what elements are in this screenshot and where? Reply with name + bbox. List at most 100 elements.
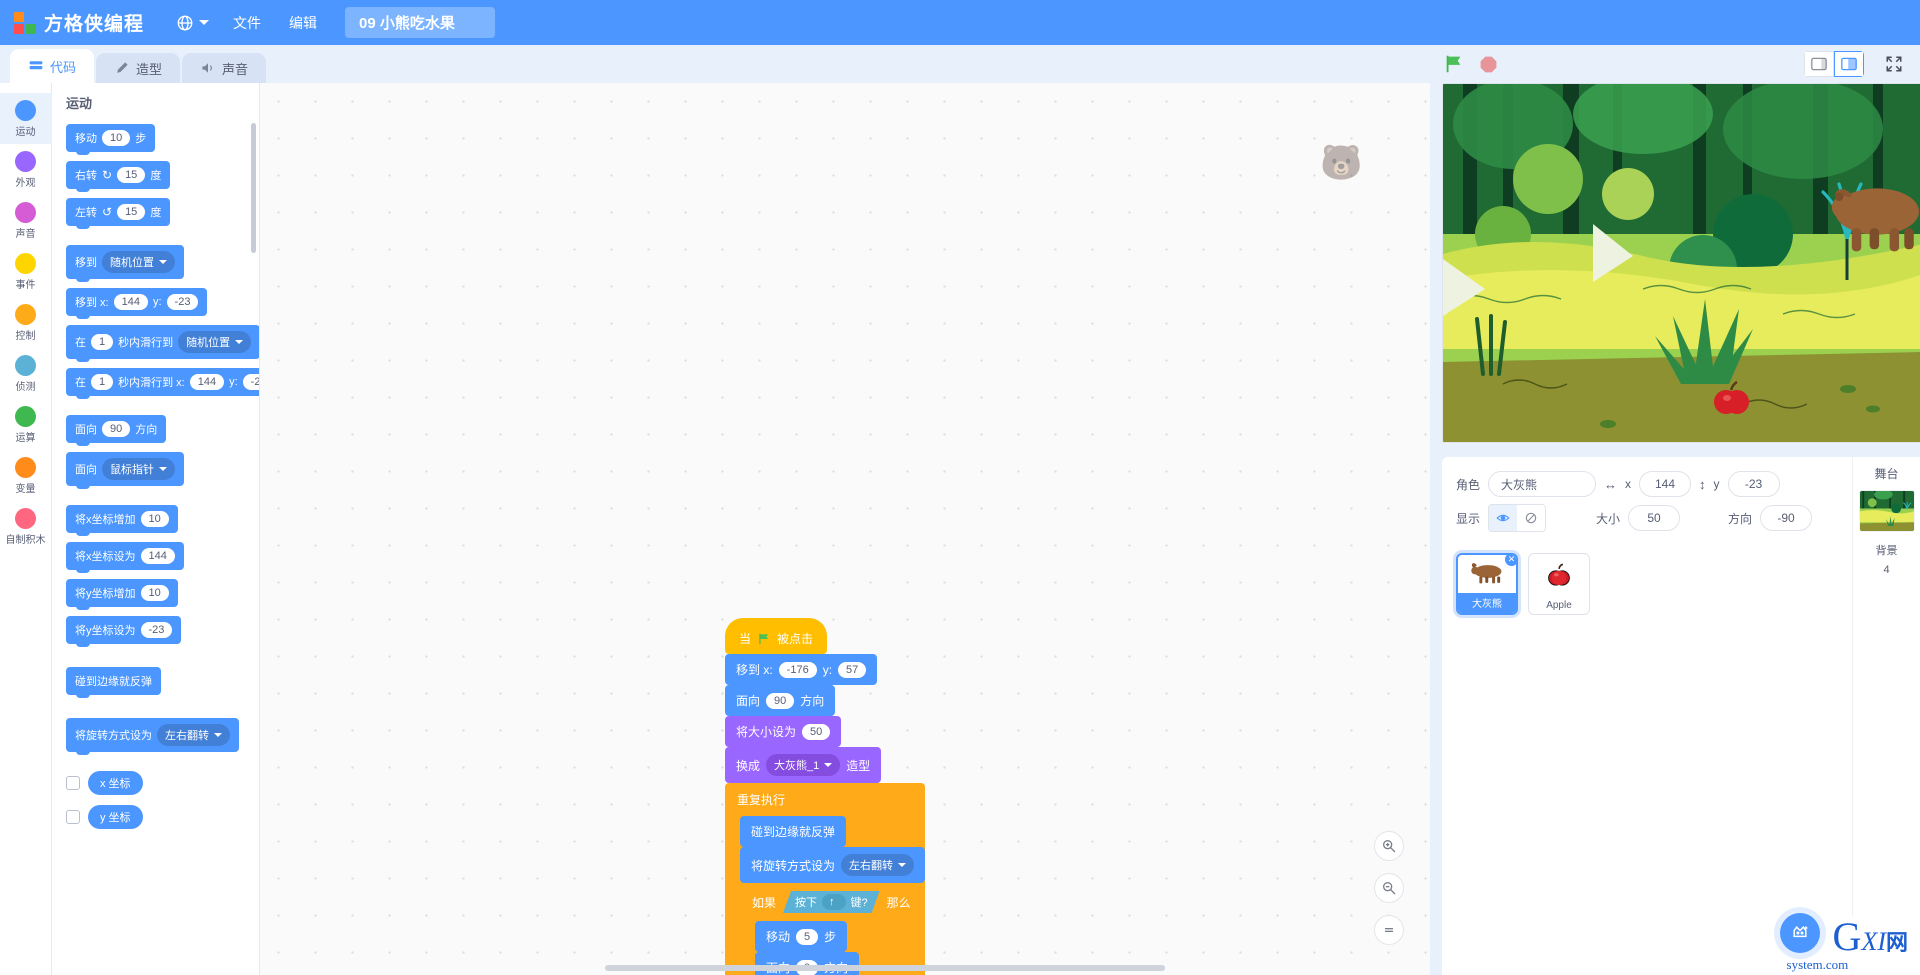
- script-block-forever[interactable]: 重复执行 碰到边缘就反弹 将旋转方式设为 左右翻转 如果 按下 ↑ 键? 那么 …: [725, 783, 926, 975]
- sprite-x-input[interactable]: 144: [1639, 471, 1692, 497]
- palette-block-goto[interactable]: 移到 随机位置: [66, 245, 184, 282]
- tab-code[interactable]: 代码: [10, 49, 95, 83]
- block-input[interactable]: 10: [102, 130, 131, 146]
- category-looks[interactable]: 外观: [0, 144, 52, 195]
- category-sensing[interactable]: 侦测: [0, 348, 52, 399]
- category-operators[interactable]: 运算: [0, 399, 52, 450]
- goto-target-dropdown[interactable]: 随机位置: [102, 251, 175, 273]
- fullscreen-button[interactable]: [1880, 51, 1908, 77]
- palette-block-goto-xy[interactable]: 移到 x: 144 y: -23: [66, 288, 208, 319]
- glide-target-dropdown[interactable]: 随机位置: [178, 331, 252, 353]
- block-input[interactable]: 10: [140, 585, 169, 601]
- category-myblocks[interactable]: 自制积木: [0, 501, 52, 552]
- stage-canvas[interactable]: [1442, 83, 1920, 443]
- palette-block-bounce[interactable]: 碰到边缘就反弹: [66, 667, 161, 698]
- menu-edit[interactable]: 编辑: [275, 7, 331, 39]
- palette-block-glide-xy[interactable]: 在 1 秒内滑行到 x: 144 y: -23: [66, 368, 259, 399]
- block-input[interactable]: 50: [802, 723, 831, 740]
- block-input[interactable]: -23: [140, 622, 173, 638]
- delete-sprite-icon[interactable]: ✕: [1503, 555, 1516, 568]
- block-input[interactable]: 15: [117, 167, 146, 183]
- point-towards-dropdown[interactable]: 鼠标指针: [102, 458, 175, 480]
- block-input-secs[interactable]: 1: [91, 334, 114, 350]
- script-workspace[interactable]: 🐻 当 被点击 移到 x: -176 y: 57 面向 90 方向 将大小设为 …: [260, 83, 1430, 975]
- script-block-if-up[interactable]: 如果 按下 ↑ 键? 那么 移动 5 步: [740, 883, 926, 975]
- sprite-card-bear[interactable]: ✕ 大灰熊: [1456, 553, 1518, 615]
- small-stage-button[interactable]: [1804, 51, 1834, 77]
- reporter-y-label[interactable]: y 坐标: [88, 805, 143, 829]
- script-block-switch-costume[interactable]: 换成 大灰熊_1 造型: [725, 747, 882, 783]
- zoom-in-button[interactable]: [1374, 831, 1404, 861]
- block-input-x[interactable]: 144: [113, 294, 148, 310]
- language-menu[interactable]: [166, 8, 219, 38]
- rotation-style-dropdown[interactable]: 左右翻转: [841, 854, 915, 876]
- script-block-goto-xy[interactable]: 移到 x: -176 y: 57: [725, 654, 878, 685]
- palette-block-set-y[interactable]: 将y坐标设为 -23: [66, 616, 182, 647]
- palette-block-change-y[interactable]: 将y坐标增加 10: [66, 579, 178, 610]
- sprite-direction-input[interactable]: -90: [1760, 505, 1813, 531]
- script-block-set-size[interactable]: 将大小设为 50: [725, 716, 842, 747]
- block-input-y[interactable]: 57: [838, 661, 867, 678]
- category-events[interactable]: 事件: [0, 246, 52, 297]
- project-title-input[interactable]: [345, 7, 496, 38]
- menu-file[interactable]: 文件: [219, 7, 275, 39]
- block-input[interactable]: 5: [796, 928, 819, 945]
- green-flag-button[interactable]: [1442, 52, 1466, 76]
- tab-sounds[interactable]: 声音: [182, 53, 267, 83]
- block-palette[interactable]: 运动 移动 10 步 右转 ↻ 15 度 左转 ↺ 15 度 移到 随机位置 移…: [52, 83, 260, 975]
- block-input-y[interactable]: -23: [242, 374, 259, 390]
- show-sprite-button[interactable]: [1489, 505, 1518, 531]
- block-input-x[interactable]: -176: [778, 661, 817, 678]
- block-input-secs[interactable]: 1: [91, 374, 114, 390]
- key-dropdown-up[interactable]: ↑: [822, 894, 846, 910]
- block-input[interactable]: 15: [117, 204, 146, 220]
- script-block-point-direction[interactable]: 面向 90 方向: [725, 685, 836, 716]
- block-input[interactable]: 144: [140, 548, 175, 564]
- palette-block-set-x[interactable]: 将x坐标设为 144: [66, 542, 184, 573]
- reporter-x-checkbox[interactable]: [66, 776, 80, 790]
- block-input[interactable]: 10: [140, 511, 169, 527]
- category-motion[interactable]: 运动: [0, 93, 52, 144]
- sprite-size-input[interactable]: 50: [1628, 505, 1681, 531]
- large-stage-button[interactable]: [1834, 51, 1864, 77]
- palette-block-turn-right[interactable]: 右转 ↻ 15 度: [66, 161, 171, 192]
- rotation-style-dropdown[interactable]: 左右翻转: [157, 724, 230, 746]
- workspace-horizontal-scrollbar[interactable]: [605, 965, 1165, 971]
- costume-dropdown[interactable]: 大灰熊_1: [766, 754, 841, 776]
- event-when-flag-clicked[interactable]: 当 被点击: [725, 618, 828, 654]
- sprite-name-input[interactable]: 大灰熊: [1488, 471, 1597, 497]
- palette-block-turn-left[interactable]: 左转 ↺ 15 度: [66, 198, 171, 229]
- category-control[interactable]: 控制: [0, 297, 52, 348]
- reporter-y-checkbox[interactable]: [66, 810, 80, 824]
- tab-costumes[interactable]: 造型: [96, 53, 181, 83]
- script-block-move-steps[interactable]: 移动 5 步: [755, 921, 848, 952]
- block-input[interactable]: 90: [766, 692, 795, 709]
- sprite-y-input[interactable]: -23: [1727, 471, 1780, 497]
- palette-block-glide-target[interactable]: 在 1 秒内滑行到 随机位置: [66, 325, 259, 362]
- palette-scrollbar[interactable]: [251, 123, 256, 253]
- script-block-point-direction-0[interactable]: 面向 0 方向: [755, 952, 860, 975]
- palette-block-rotation-style[interactable]: 将旋转方式设为 左右翻转: [66, 718, 239, 755]
- palette-block-point-towards[interactable]: 面向 鼠标指针: [66, 452, 184, 489]
- palette-block-point-direction[interactable]: 面向 90 方向: [66, 415, 167, 446]
- category-sound[interactable]: 声音: [0, 195, 52, 246]
- hide-sprite-button[interactable]: [1517, 505, 1546, 531]
- script-block-rotation-style[interactable]: 将旋转方式设为 左右翻转: [740, 847, 926, 883]
- block-input[interactable]: 90: [102, 421, 131, 437]
- sensing-key-pressed-up[interactable]: 按下 ↑ 键?: [783, 891, 880, 913]
- sprite-card-apple[interactable]: Apple: [1528, 553, 1590, 615]
- block-input-y[interactable]: -23: [166, 294, 199, 310]
- zoom-reset-button[interactable]: [1374, 915, 1404, 945]
- app-logo[interactable]: 方格侠编程: [14, 9, 144, 36]
- stage-thumbnail[interactable]: [1858, 490, 1915, 532]
- block-input-x[interactable]: 144: [189, 374, 225, 390]
- stop-button[interactable]: [1476, 52, 1500, 76]
- palette-block-move[interactable]: 移动 10 步: [66, 124, 156, 155]
- script-stack[interactable]: 当 被点击 移到 x: -176 y: 57 面向 90 方向 将大小设为 50…: [725, 618, 926, 975]
- zoom-out-button[interactable]: [1374, 873, 1404, 903]
- reporter-x-label[interactable]: x 坐标: [88, 771, 143, 795]
- add-sprite-button[interactable]: [1780, 913, 1820, 953]
- script-block-bounce[interactable]: 碰到边缘就反弹: [740, 816, 847, 847]
- palette-block-change-x[interactable]: 将x坐标增加 10: [66, 505, 178, 536]
- category-variables[interactable]: 变量: [0, 450, 52, 501]
